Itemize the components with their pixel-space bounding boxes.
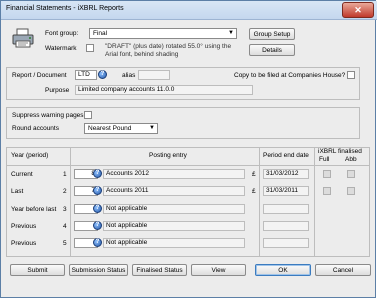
posting-entry-field: Not applicable [103, 204, 245, 214]
suppress-warning-label: Suppress warning pages [12, 112, 84, 119]
posting-entry-field: Accounts 2011 [103, 186, 245, 196]
period-label: Previous [11, 223, 37, 230]
font-group-select[interactable]: Final ▼ [89, 28, 237, 39]
suppress-warning-checkbox[interactable] [84, 111, 92, 119]
period-end-field [263, 221, 309, 231]
copy-companies-house-label: Copy to be filed at Companies House? [234, 72, 346, 79]
period-number: 5 [63, 240, 67, 247]
report-document-field[interactable]: LTD [75, 70, 97, 80]
ixbrl-header: iXBRL [318, 148, 337, 155]
group-setup-button[interactable]: Group Setup [249, 28, 295, 40]
purpose-label: Purpose [45, 87, 70, 94]
column-divider [70, 147, 71, 257]
dialog-window: Financial Statements - iXBRL Reports ✕ F… [0, 0, 377, 298]
period-label: Year before last [11, 206, 57, 213]
ixbrl-abb-checkbox[interactable] [347, 187, 355, 195]
ixbrl-full-checkbox[interactable] [323, 187, 331, 195]
chevron-down-icon: ▼ [228, 30, 234, 36]
round-accounts-select[interactable]: Nearest Pound ▼ [84, 123, 158, 134]
full-header: Full [319, 156, 330, 163]
printer-icon [12, 28, 34, 48]
chevron-down-icon: ▼ [149, 125, 155, 131]
period-number: 4 [63, 223, 67, 230]
copy-companies-house-checkbox[interactable] [347, 71, 355, 79]
header-divider [6, 165, 370, 166]
period-end-field [263, 204, 309, 214]
watermark-checkbox[interactable] [86, 44, 94, 52]
report-document-label: Report / Document [12, 72, 67, 79]
posting-entry-header: Posting entry [149, 152, 187, 159]
purpose-field[interactable]: Limited company accounts 11.0.0 [75, 85, 253, 95]
period-label: Previous [11, 240, 37, 247]
watermark-description: "DRAFT" (plus date) rotated 55.0° using … [105, 43, 232, 58]
lookup-icon[interactable]: ? [93, 169, 102, 178]
finalised-status-button[interactable]: Finalised Status [132, 264, 187, 276]
finalised-header: finalised [338, 148, 362, 155]
ok-button[interactable]: OK [255, 264, 311, 276]
watermark-label: Watermark [45, 45, 77, 52]
column-divider [259, 147, 260, 257]
posting-entry-field: Not applicable [103, 221, 245, 231]
lookup-icon[interactable]: ? [93, 238, 102, 247]
currency-symbol: £ [252, 171, 256, 178]
window-title: Financial Statements - iXBRL Reports [6, 5, 124, 12]
abb-header: Abb [345, 156, 357, 163]
submit-button[interactable]: Submit [10, 264, 65, 276]
submission-status-button[interactable]: Submission Status [69, 264, 128, 276]
title-bar[interactable]: Financial Statements - iXBRL Reports ✕ [1, 1, 377, 20]
ixbrl-full-checkbox[interactable] [323, 170, 331, 178]
posting-entry-field: Accounts 2012 [103, 169, 245, 179]
lookup-icon[interactable]: ? [98, 70, 107, 79]
period-number: 1 [63, 171, 67, 178]
posting-entry-field: Not applicable [103, 238, 245, 248]
period-end-field: 31/03/2012 [263, 169, 309, 179]
round-accounts-label: Round accounts [12, 125, 59, 132]
period-number: 3 [63, 206, 67, 213]
font-group-value: Final [93, 30, 108, 37]
period-end-header: Period end date [263, 152, 309, 159]
period-label: Current [11, 171, 33, 178]
close-button[interactable]: ✕ [342, 2, 374, 18]
cancel-button[interactable]: Cancel [315, 264, 371, 276]
round-accounts-value: Nearest Pound [88, 125, 132, 132]
alias-label: alias [122, 72, 136, 79]
period-number: 2 [63, 188, 67, 195]
alias-field[interactable] [138, 70, 170, 80]
lookup-icon[interactable]: ? [93, 204, 102, 213]
lookup-icon[interactable]: ? [93, 186, 102, 195]
details-button[interactable]: Details [249, 44, 295, 56]
period-label: Last [11, 188, 24, 195]
period-end-field [263, 238, 309, 248]
currency-symbol: £ [252, 188, 256, 195]
year-period-header: Year (period) [11, 152, 49, 159]
view-button[interactable]: View [191, 264, 246, 276]
font-group-label: Font group: [45, 30, 79, 37]
ixbrl-abb-checkbox[interactable] [347, 170, 355, 178]
column-divider [314, 147, 315, 257]
period-end-field: 31/03/2011 [263, 186, 309, 196]
lookup-icon[interactable]: ? [93, 221, 102, 230]
